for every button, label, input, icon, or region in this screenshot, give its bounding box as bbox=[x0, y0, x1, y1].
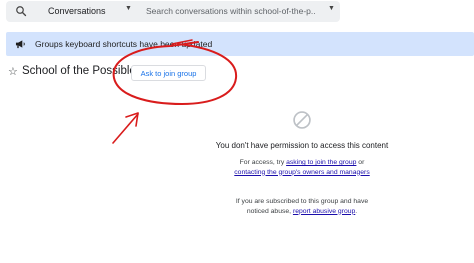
access-help-prefix: For access, try bbox=[239, 159, 287, 166]
contact-owners-link[interactable]: contacting the group's owners and manage… bbox=[234, 169, 369, 176]
search-options-caret-icon[interactable]: ▼ bbox=[328, 5, 335, 12]
abuse-help-text: If you are subscribed to this group and … bbox=[229, 197, 375, 216]
search-bar: Conversations ▼ ▼ bbox=[6, 1, 340, 22]
search-input[interactable] bbox=[146, 4, 316, 18]
annotation-arrow-head bbox=[125, 112, 139, 127]
report-abusive-group-link[interactable]: report abusive group bbox=[293, 208, 355, 215]
banner-text: Groups keyboard shortcuts have been upda… bbox=[35, 39, 213, 49]
star-outline-icon[interactable]: ☆ bbox=[8, 66, 18, 78]
access-help-mid: or bbox=[356, 159, 365, 166]
search-icon[interactable] bbox=[15, 5, 27, 17]
page: Conversations ▼ ▼ Groups keyboard shortc… bbox=[0, 0, 474, 263]
caret-down-icon[interactable]: ▼ bbox=[125, 5, 132, 12]
permission-title: You don't have permission to access this… bbox=[215, 141, 389, 150]
ask-to-join-group-button[interactable]: Ask to join group bbox=[131, 65, 206, 81]
block-icon bbox=[293, 111, 311, 129]
annotation-arrow-shaft bbox=[112, 113, 139, 144]
abuse-help-suffix: . bbox=[355, 207, 358, 215]
search-scope-label[interactable]: Conversations bbox=[48, 6, 106, 16]
group-title: School of the Possible bbox=[22, 65, 136, 77]
ask-to-join-link[interactable]: asking to join the group bbox=[286, 159, 356, 166]
megaphone-icon bbox=[15, 40, 25, 49]
access-help-text: For access, try asking to join the group… bbox=[226, 158, 378, 177]
announcement-banner: Groups keyboard shortcuts have been upda… bbox=[6, 32, 474, 56]
